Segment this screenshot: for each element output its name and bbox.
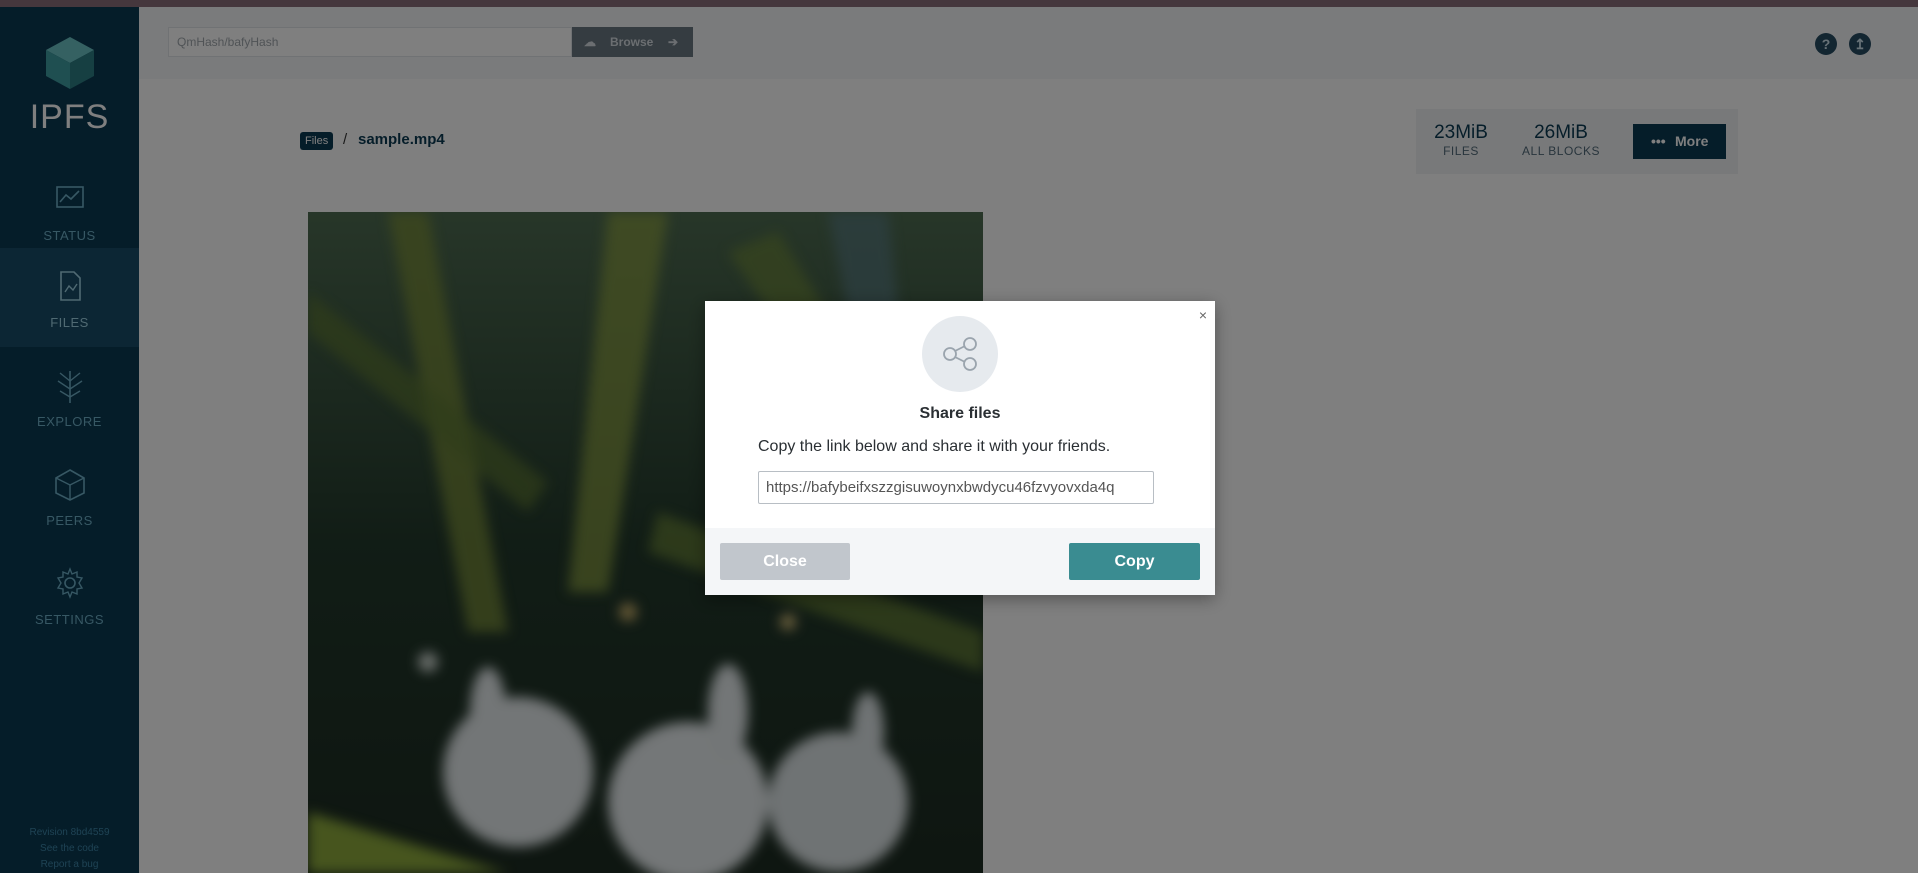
copy-button[interactable]: Copy [1069, 543, 1200, 580]
close-button[interactable]: Close [720, 543, 850, 580]
share-icon [943, 337, 977, 371]
modal-description: Copy the link below and share it with yo… [758, 438, 1111, 455]
share-icon-badge [922, 316, 998, 392]
modal-title: Share files [919, 405, 1001, 422]
close-icon[interactable]: × [1199, 307, 1207, 323]
share-link-input[interactable]: https://bafybeifxszzgisuwoynxbwdycu46fzv… [758, 471, 1154, 504]
modal-footer: Close Copy [705, 528, 1215, 595]
share-files-modal: × Share files Copy the link below and sh… [705, 301, 1215, 595]
